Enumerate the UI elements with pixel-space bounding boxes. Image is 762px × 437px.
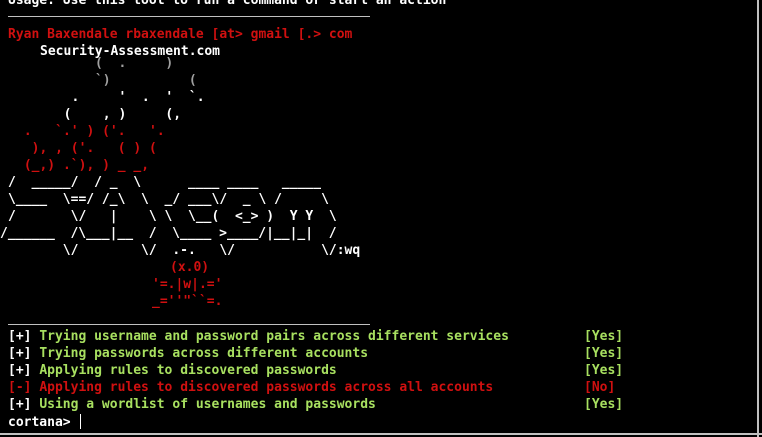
check-text: Applying rules to discovered passwords a…: [39, 380, 494, 395]
check-result: [Yes]: [584, 329, 624, 344]
ascii-art-line: '=.|w|.=': [152, 277, 223, 292]
window-border: [757, 0, 759, 437]
check-result: [Yes]: [584, 363, 624, 378]
check-result: [Yes]: [584, 397, 624, 412]
ascii-art-line: ( , ) (,: [48, 107, 182, 122]
ascii-art-line: / \/ | \ \ \__( <_> ) Y Y \: [8, 209, 337, 224]
check-text: Using a wordlist of usernames and passwo…: [39, 397, 376, 412]
check-row: [+] Trying passwords across different ac…: [8, 345, 648, 362]
ascii-art-line: /______ /\___|__ / \____ >____/|__|_| /: [0, 226, 337, 241]
check-row: [-] Applying rules to discovered passwor…: [8, 379, 648, 396]
check-marker: [+]: [8, 329, 32, 344]
ascii-art-line: (_,) .`), ) _ _,: [16, 158, 150, 173]
check-text: Trying username and password pairs acros…: [39, 329, 509, 344]
ascii-art-banner: ( . ) `) ( . ' . ' `. ( , ) (, . `.' ) (…: [0, 39, 408, 309]
ascii-art-line: . ' . ' `.: [48, 90, 205, 105]
window-border: [0, 433, 762, 435]
check-text: Trying passwords across different accoun…: [39, 346, 369, 361]
check-marker: [-]: [8, 380, 32, 395]
ascii-art-line: ), , ('. ( ) (: [16, 141, 157, 156]
check-result: [Yes]: [584, 346, 624, 361]
ascii-art-line: `) (: [48, 73, 197, 88]
check-marker: [+]: [8, 397, 32, 412]
divider: [8, 324, 370, 325]
check-list: [+] Trying username and password pairs a…: [8, 328, 648, 413]
check-marker: [+]: [8, 346, 32, 361]
ascii-art-line: / _____/ / _ \ ____ ____ _____: [8, 175, 322, 190]
check-marker: [+]: [8, 363, 32, 378]
divider: [8, 9, 754, 26]
text-cursor: [80, 414, 82, 429]
check-row: [+] Applying rules to discovered passwor…: [8, 362, 648, 379]
ascii-art-line: \____ \==/ /_\ \ _/ ___\/ _ \ / \: [8, 192, 329, 207]
check-result: [No]: [584, 380, 616, 395]
ascii-art-line: _=''"``=.: [152, 294, 223, 309]
cutoff-line: Usage: Use this tool to run a command or…: [8, 0, 447, 8]
command-prompt[interactable]: cortana>: [8, 414, 82, 431]
check-row: [+] Using a wordlist of usernames and pa…: [8, 396, 648, 413]
ascii-art-line: \/ \/ .-. \/ \/:wq: [8, 243, 361, 258]
check-row: [+] Trying username and password pairs a…: [8, 328, 648, 345]
ascii-art-line: . `.' ) ('. '.: [16, 124, 165, 139]
ascii-art-line: ( . ): [48, 56, 174, 71]
check-text: Applying rules to discovered passwords: [39, 363, 337, 378]
prompt-label: cortana>: [8, 415, 71, 430]
ascii-art-line: (x.0): [170, 260, 210, 275]
